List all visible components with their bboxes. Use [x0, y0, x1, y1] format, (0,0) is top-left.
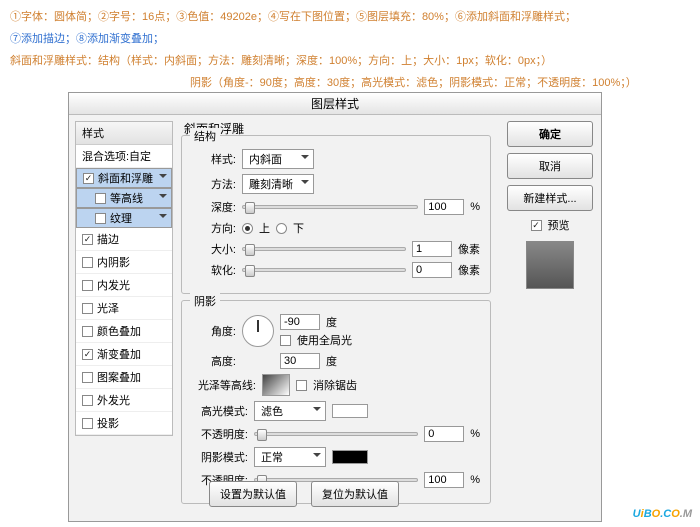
inner-glow-row[interactable]: 内发光 [76, 274, 172, 297]
shadow-group: 阴影 角度: -90度 使用全局光 高度:30度 光泽等高线:消除锯齿 高光模式… [181, 300, 491, 504]
header-line1: ①字体：圆体简；②字号：16点；③色值：49202e；④写在下图位置；⑤图层填充… [10, 6, 690, 28]
highlight-color-swatch[interactable] [332, 404, 368, 418]
cancel-button[interactable]: 取消 [507, 153, 593, 179]
checkbox-icon[interactable] [82, 234, 93, 245]
inner-shadow-row[interactable]: 内阴影 [76, 251, 172, 274]
checkbox-icon[interactable] [82, 372, 93, 383]
opacity-label: 不透明度: [192, 426, 248, 442]
depth-slider[interactable] [242, 205, 418, 209]
angle-input[interactable]: -90 [280, 314, 320, 330]
outer-glow-row[interactable]: 外发光 [76, 389, 172, 412]
altitude-input[interactable]: 30 [280, 353, 320, 369]
highlight-mode-select[interactable]: 滤色 [254, 401, 326, 421]
highlight-opacity-slider[interactable] [254, 432, 418, 436]
soften-input[interactable]: 0 [412, 262, 452, 278]
watermark: UiBO.CO.M [633, 500, 692, 523]
size-slider[interactable] [242, 247, 406, 251]
new-style-button[interactable]: 新建样式... [507, 185, 593, 211]
header-line2: ⑦添加描边；⑧添加渐变叠加； [10, 28, 690, 50]
pattern-overlay-row[interactable]: 图案叠加 [76, 366, 172, 389]
gloss-contour[interactable] [262, 374, 290, 396]
stroke-row[interactable]: 描边 [76, 228, 172, 251]
checkbox-icon[interactable] [82, 303, 93, 314]
texture-row[interactable]: 纹理 [76, 208, 172, 228]
dialog-footer: 设置为默认值 复位为默认值 [209, 481, 399, 513]
reset-default-button[interactable]: 复位为默认值 [311, 481, 399, 507]
angle-dial[interactable] [242, 315, 274, 347]
structure-group: 斜面和浮雕 结构 样式:内斜面 方法:雕刻清晰 深度:100% 方向:上下 大小… [181, 135, 491, 294]
checkbox-icon[interactable] [82, 257, 93, 268]
depth-input[interactable]: 100 [424, 199, 464, 215]
satin-row[interactable]: 光泽 [76, 297, 172, 320]
checkbox-icon[interactable] [95, 213, 106, 224]
checkbox-icon[interactable] [95, 193, 106, 204]
set-default-button[interactable]: 设置为默认值 [209, 481, 297, 507]
global-light-checkbox[interactable] [280, 335, 291, 346]
style-select[interactable]: 内斜面 [242, 149, 314, 169]
gloss-label: 光泽等高线: [192, 377, 256, 393]
checkbox-icon[interactable] [83, 173, 94, 184]
contour-row[interactable]: 等高线 [76, 188, 172, 208]
preview-swatch [526, 241, 574, 289]
checkbox-icon[interactable] [82, 349, 93, 360]
highlight-opacity-input[interactable]: 0 [424, 426, 464, 442]
radio-down[interactable] [276, 223, 287, 234]
shadow-label: 阴影 [190, 293, 220, 309]
shadow-color-swatch[interactable] [332, 450, 368, 464]
blend-options-row[interactable]: 混合选项:自定 [76, 145, 172, 168]
layer-style-dialog: 图层样式 样式 混合选项:自定 斜面和浮雕 等高线 纹理 描边 内阴影 内发光 … [68, 92, 602, 522]
size-input[interactable]: 1 [412, 241, 452, 257]
highlight-label: 高光模式: [192, 403, 248, 419]
instruction-header: ①字体：圆体简；②字号：16点；③色值：49202e；④写在下图位置；⑤图层填充… [0, 0, 700, 100]
depth-label: 深度: [192, 199, 236, 215]
header-line3b: 阴影（角度-：90度；高度：30度；高光模式：滤色；阴影模式：正常；不透明度：1… [10, 72, 690, 94]
altitude-label: 高度: [192, 353, 236, 369]
header-line3a: 斜面和浮雕样式：结构（样式：内斜面；方法：雕刻清晰；深度：100%；方向：上；大… [10, 50, 690, 72]
color-overlay-row[interactable]: 颜色叠加 [76, 320, 172, 343]
style-label: 样式: [192, 151, 236, 167]
shadow-opacity-input[interactable]: 100 [424, 472, 464, 488]
checkbox-icon[interactable] [82, 418, 93, 429]
soften-slider[interactable] [242, 268, 406, 272]
structure-label: 结构 [190, 128, 220, 144]
direction-label: 方向: [192, 220, 236, 236]
shadow-mode-label: 阴影模式: [192, 449, 248, 465]
ok-button[interactable]: 确定 [507, 121, 593, 147]
radio-up[interactable] [242, 223, 253, 234]
size-label: 大小: [192, 241, 236, 257]
soften-label: 软化: [192, 262, 236, 278]
antialias-checkbox[interactable] [296, 380, 307, 391]
checkbox-icon[interactable] [82, 326, 93, 337]
shadow-mode-select[interactable]: 正常 [254, 447, 326, 467]
dialog-title: 图层样式 [69, 93, 601, 115]
angle-label: 角度: [192, 323, 236, 339]
method-select[interactable]: 雕刻清晰 [242, 174, 314, 194]
method-label: 方法: [192, 176, 236, 192]
drop-shadow-row[interactable]: 投影 [76, 412, 172, 435]
checkbox-icon[interactable] [82, 280, 93, 291]
gradient-overlay-row[interactable]: 渐变叠加 [76, 343, 172, 366]
main-panel: 斜面和浮雕 结构 样式:内斜面 方法:雕刻清晰 深度:100% 方向:上下 大小… [181, 121, 491, 510]
style-list: 样式 混合选项:自定 斜面和浮雕 等高线 纹理 描边 内阴影 内发光 光泽 颜色… [75, 121, 173, 436]
checkbox-icon[interactable] [82, 395, 93, 406]
bevel-emboss-row[interactable]: 斜面和浮雕 [76, 168, 172, 188]
preview-checkbox[interactable] [531, 220, 542, 231]
style-list-header: 样式 [76, 122, 172, 145]
right-panel: 确定 取消 新建样式... 预览 [507, 121, 593, 297]
